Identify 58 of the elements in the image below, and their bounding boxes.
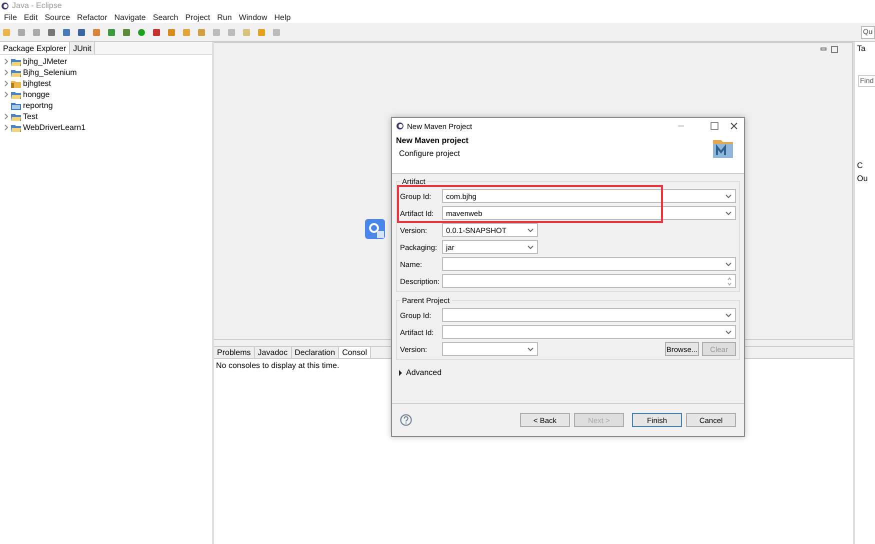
project-folder-icon — [11, 90, 21, 98]
project-folder-icon — [11, 124, 21, 132]
menu-item[interactable]: Search — [152, 12, 178, 22]
view-tab[interactable]: JUnit — [70, 42, 96, 54]
dropdown-icon[interactable] — [527, 228, 534, 232]
dropdown-icon[interactable] — [527, 346, 534, 352]
dropdown-icon[interactable] — [725, 210, 732, 216]
view-tab[interactable]: Consol — [339, 347, 371, 358]
spinner-icon[interactable] — [727, 276, 732, 286]
project-folder-icon — [11, 58, 21, 66]
menu-item[interactable]: Source — [44, 12, 70, 22]
java-project-icon — [11, 80, 21, 88]
project-name[interactable]: WebDriverLearn1 — [23, 123, 86, 132]
combo-field[interactable] — [442, 308, 736, 322]
dropdown-icon[interactable] — [725, 330, 732, 334]
view-tab[interactable]: Javadoc — [254, 347, 292, 358]
eclipse-logo-icon — [396, 122, 404, 130]
wizard-subheading: Configure project — [398, 149, 461, 158]
dropdown-icon[interactable] — [725, 194, 732, 198]
project-name[interactable]: bjhg_JMeter — [23, 57, 68, 66]
combo-field[interactable] — [442, 342, 538, 356]
translate-icon[interactable] — [364, 218, 386, 240]
menu-item[interactable]: Window — [238, 12, 268, 22]
combo-field[interactable] — [442, 325, 736, 339]
dropdown-icon[interactable] — [527, 244, 534, 250]
console-message: No consoles to display at this time. — [215, 360, 340, 372]
expand-arrow-icon[interactable] — [398, 370, 403, 376]
dropdown-icon[interactable] — [725, 312, 732, 318]
menu-item[interactable]: Run — [217, 12, 232, 22]
project-name[interactable]: Test — [23, 112, 38, 121]
menu-item[interactable]: Navigate — [114, 12, 146, 22]
close-icon[interactable] — [730, 122, 738, 130]
project-folder-icon — [11, 68, 21, 76]
menu-item[interactable]: Refactor — [77, 12, 108, 22]
view-tab[interactable]: Ou — [855, 174, 875, 183]
view-tab[interactable]: Package Explorer — [0, 42, 70, 54]
combo-field[interactable] — [442, 257, 736, 271]
closed-project-icon — [11, 102, 21, 110]
dropdown-icon[interactable] — [725, 262, 732, 266]
maximize-icon[interactable] — [831, 46, 838, 53]
minimize-icon[interactable] — [820, 46, 827, 52]
description-field[interactable] — [442, 274, 736, 288]
wizard-heading: New Maven project — [396, 136, 468, 145]
menu-item[interactable]: File — [4, 12, 17, 22]
menu-item[interactable]: Project — [185, 12, 210, 22]
menu-item[interactable]: Help — [274, 12, 291, 22]
project-folder-icon — [11, 112, 21, 120]
window-title: Java - Eclipse — [12, 1, 62, 10]
project-name[interactable]: hongge — [23, 90, 50, 99]
menu-item[interactable]: Edit — [24, 12, 38, 22]
project-name[interactable]: Bjhg_Selenium — [23, 68, 77, 77]
help-icon[interactable] — [400, 414, 412, 426]
view-tab[interactable]: Declaration — [292, 347, 340, 358]
project-name[interactable]: bjhgtest — [23, 79, 52, 88]
project-name[interactable]: reportng — [23, 101, 53, 110]
view-tab[interactable]: Ta — [855, 44, 875, 53]
advanced-toggle[interactable]: Advanced — [406, 368, 442, 377]
view-tab[interactable]: C — [855, 161, 875, 170]
